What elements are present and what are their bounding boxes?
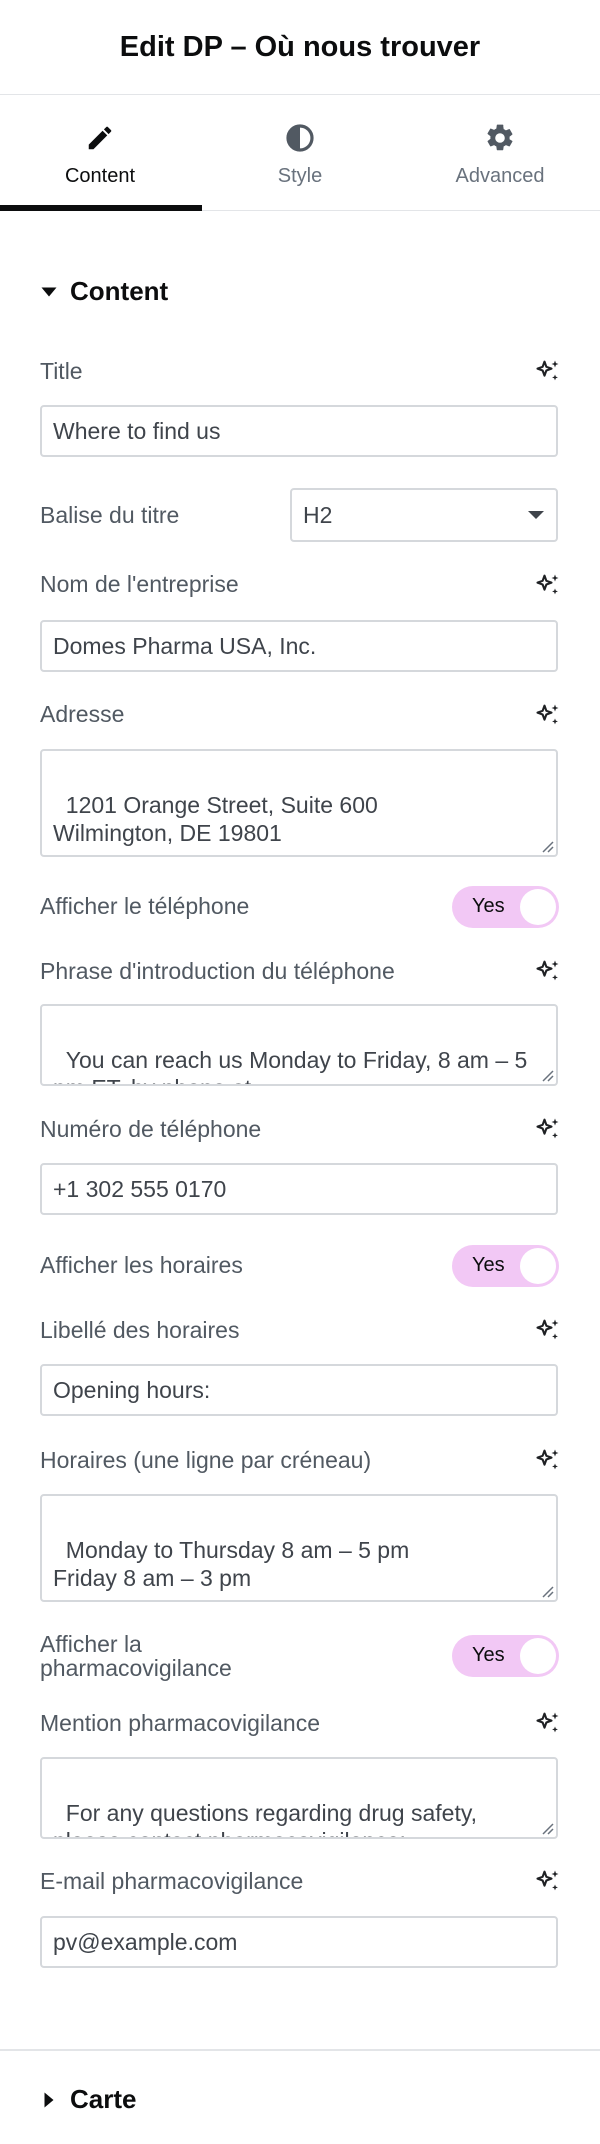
ai-sparkle-icon[interactable]	[534, 357, 562, 385]
panel-header: Edit DP – Où nous trouver	[0, 0, 600, 95]
ai-sparkle-icon[interactable]	[534, 1867, 562, 1895]
toggle-knob	[520, 1248, 556, 1284]
chevron-down-icon	[528, 511, 544, 519]
show-phone-toggle[interactable]: Yes	[452, 886, 559, 928]
content-section-toggle[interactable]: Content	[40, 276, 168, 307]
ai-sparkle-icon[interactable]	[534, 957, 562, 985]
contrast-icon	[284, 121, 316, 155]
pv-mention-value: For any questions regarding drug safety,…	[53, 1800, 478, 1837]
phone-number-label: Numéro de téléphone	[40, 1116, 262, 1142]
company-label: Nom de l'entreprise	[40, 571, 239, 597]
panel-title: Edit DP – Où nous trouver	[119, 30, 481, 63]
show-pv-label: Afficher la pharmacovigilance	[40, 1631, 232, 1681]
show-pv-toggle[interactable]: Yes	[452, 1635, 559, 1677]
tab-advanced[interactable]: Advanced	[400, 95, 600, 210]
heading-tag-select[interactable]: H2	[290, 488, 558, 542]
heading-tag-label: Balise du titre	[40, 502, 180, 528]
pencil-icon	[85, 121, 115, 155]
toggle-knob	[520, 889, 556, 925]
tab-content[interactable]: Content	[0, 95, 202, 211]
tab-style-label: Style	[277, 165, 323, 187]
resize-handle-icon[interactable]	[538, 1582, 554, 1598]
ai-sparkle-icon[interactable]	[534, 1316, 562, 1344]
hours-value: Monday to Thursday 8 am – 5 pm Friday 8 …	[53, 1537, 410, 1591]
ai-sparkle-icon[interactable]	[534, 571, 562, 599]
ai-sparkle-icon[interactable]	[534, 1115, 562, 1143]
address-textarea[interactable]: 1201 Orange Street, Suite 600 Wilmington…	[40, 749, 558, 857]
pv-mention-label: Mention pharmacovigilance	[40, 1710, 320, 1736]
pv-email-label: E-mail pharmacovigilance	[40, 1868, 304, 1894]
heading-tag-value: H2	[303, 501, 333, 528]
address-label: Adresse	[40, 701, 125, 727]
title-input[interactable]: Where to find us	[40, 405, 558, 457]
toggle-knob	[520, 1638, 556, 1674]
resize-handle-icon[interactable]	[538, 1819, 554, 1835]
phone-intro-value: You can reach us Monday to Friday, 8 am …	[53, 1047, 528, 1084]
show-hours-toggle[interactable]: Yes	[452, 1245, 559, 1287]
phone-intro-label: Phrase d'introduction du téléphone	[40, 958, 395, 984]
show-phone-label: Afficher le téléphone	[40, 893, 250, 919]
address-value: 1201 Orange Street, Suite 600 Wilmington…	[53, 792, 378, 846]
tab-advanced-label: Advanced	[455, 165, 545, 187]
hours-label: Horaires (une ligne par créneau)	[40, 1447, 372, 1473]
hours-label-input[interactable]: Opening hours:	[40, 1364, 558, 1416]
show-pv-toggle-label: Yes	[472, 1644, 505, 1666]
show-phone-toggle-label: Yes	[472, 895, 505, 917]
hours-label-label: Libellé des horaires	[40, 1317, 240, 1343]
show-hours-toggle-label: Yes	[472, 1254, 505, 1276]
tab-content-label: Content	[64, 165, 136, 187]
caret-right-icon	[44, 2092, 54, 2107]
section-divider	[0, 2049, 600, 2051]
ai-sparkle-icon[interactable]	[534, 1446, 562, 1474]
company-input[interactable]: Domes Pharma USA, Inc.	[40, 620, 558, 672]
map-section-toggle[interactable]: Carte	[40, 2084, 136, 2115]
ai-sparkle-icon[interactable]	[534, 1709, 562, 1737]
content-section-title: Content	[70, 276, 169, 306]
phone-intro-textarea[interactable]: You can reach us Monday to Friday, 8 am …	[40, 1004, 558, 1086]
phone-number-input[interactable]: +1 302 555 0170	[40, 1163, 558, 1215]
tab-bar: Content Style Advanced	[0, 95, 600, 211]
show-hours-label: Afficher les horaires	[40, 1252, 243, 1278]
hours-textarea[interactable]: Monday to Thursday 8 am – 5 pm Friday 8 …	[40, 1494, 558, 1602]
pv-mention-textarea[interactable]: For any questions regarding drug safety,…	[40, 1757, 558, 1839]
ai-sparkle-icon[interactable]	[534, 701, 562, 729]
tab-style[interactable]: Style	[200, 95, 400, 210]
gear-icon	[484, 121, 516, 155]
caret-down-icon	[41, 287, 57, 296]
resize-handle-icon[interactable]	[538, 837, 554, 853]
map-section-title: Carte	[70, 2084, 137, 2114]
pv-email-input[interactable]: pv@example.com	[40, 1916, 558, 1968]
resize-handle-icon[interactable]	[538, 1066, 554, 1082]
title-label: Title	[40, 358, 83, 384]
